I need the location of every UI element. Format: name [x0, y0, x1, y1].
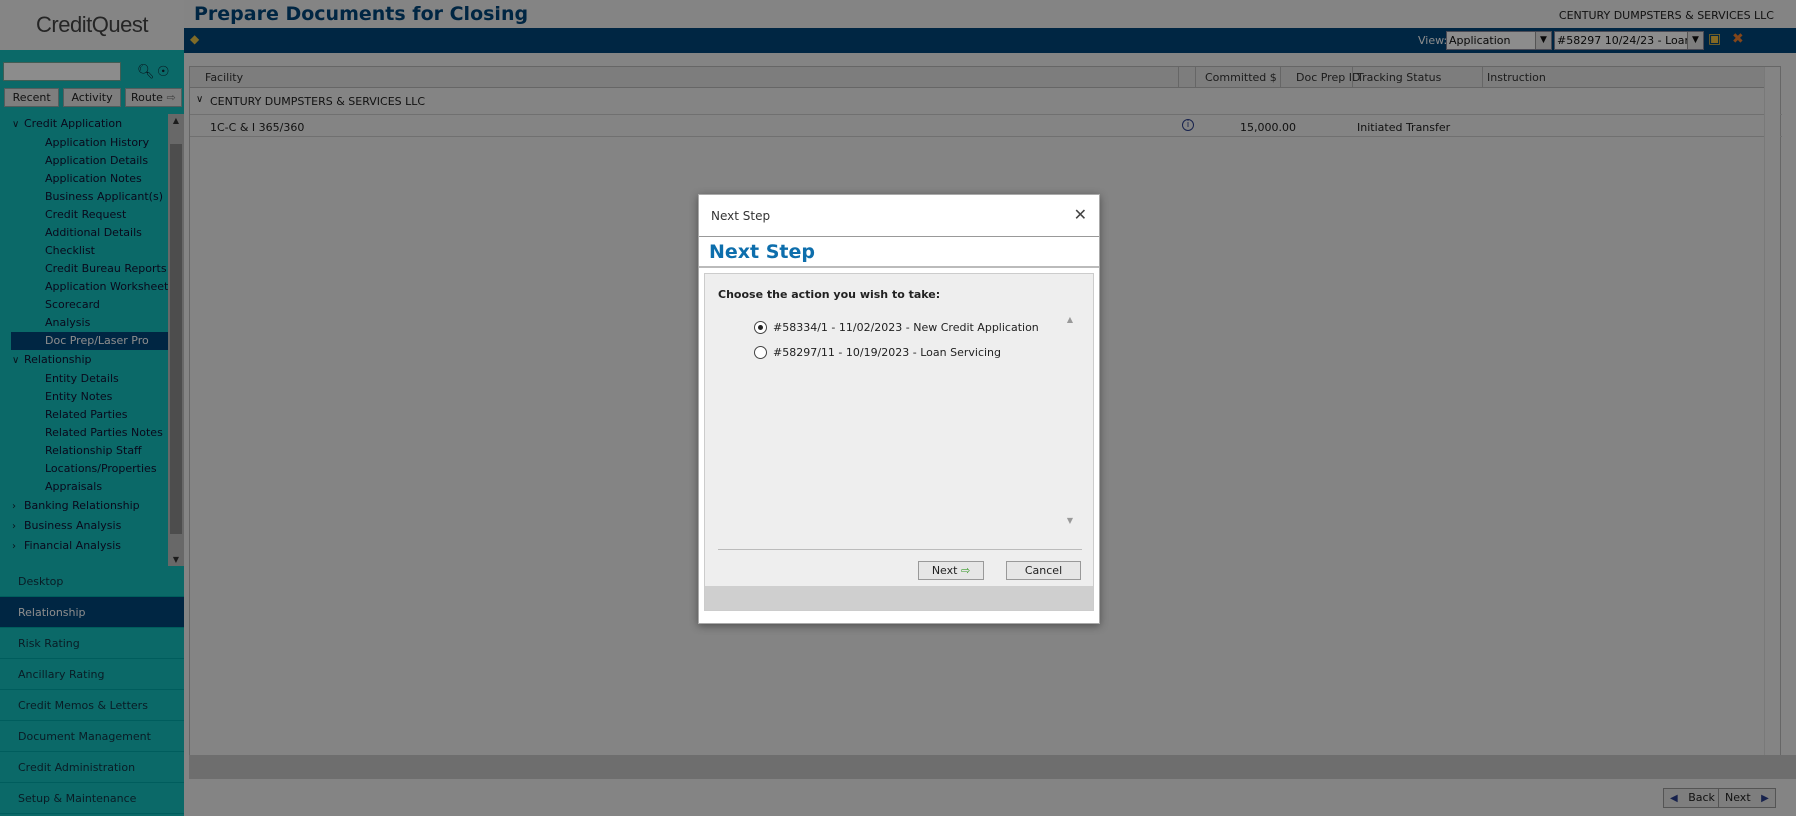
dialog-next-label: Next	[931, 564, 958, 577]
dialog-divider	[718, 549, 1082, 550]
arrow-right-icon: ⇨	[960, 564, 971, 577]
option-loan-servicing[interactable]: #58297/11 - 10/19/2023 - Loan Servicing	[754, 344, 1001, 360]
option-list-scrollbar[interactable]: ▲ ▼	[1064, 315, 1076, 525]
dialog-prompt: Choose the action you wish to take:	[718, 288, 941, 301]
option-new-credit-application[interactable]: #58334/1 - 11/02/2023 - New Credit Appli…	[754, 319, 1039, 335]
dialog-next-button[interactable]: Next ⇨	[918, 561, 984, 580]
dialog-cancel-button[interactable]: Cancel	[1006, 561, 1081, 580]
radio-selected[interactable]	[754, 320, 767, 334]
option-list: #58334/1 - 11/02/2023 - New Credit Appli…	[718, 315, 1078, 525]
dialog-footer	[705, 586, 1093, 610]
dialog-title-bar: Next Step	[699, 237, 1099, 268]
dialog-header-title: Next Step	[711, 209, 771, 223]
dialog-title: Next Step	[709, 241, 815, 263]
dialog-header: Next Step ✕	[699, 195, 1099, 237]
option-label: #58334/1 - 11/02/2023 - New Credit Appli…	[773, 320, 1039, 334]
scroll-up-icon[interactable]: ▲	[1064, 315, 1076, 324]
close-icon[interactable]: ✕	[1074, 205, 1087, 224]
option-label: #58297/11 - 10/19/2023 - Loan Servicing	[773, 345, 1002, 359]
dialog-body: Choose the action you wish to take: #583…	[704, 273, 1094, 611]
scroll-down-icon[interactable]: ▼	[1064, 516, 1076, 525]
radio-unselected[interactable]	[754, 345, 767, 359]
next-step-dialog: Next Step ✕ Next Step Choose the action …	[698, 194, 1100, 624]
